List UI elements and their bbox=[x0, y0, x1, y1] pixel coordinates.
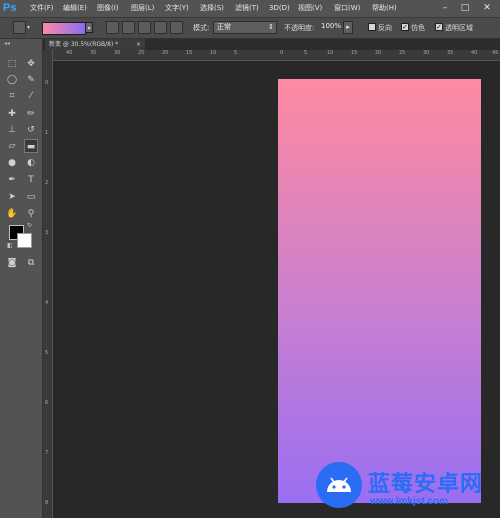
menu-help[interactable]: 帮助(H) bbox=[372, 0, 397, 17]
menu-edit[interactable]: 编辑(E) bbox=[63, 0, 87, 17]
android-logo-icon bbox=[316, 462, 362, 508]
diamond-gradient-icon[interactable] bbox=[170, 21, 183, 34]
type-tool-icon[interactable]: T bbox=[24, 173, 38, 187]
ruler-tick-label: 10 bbox=[327, 50, 334, 56]
photoshop-logo: Ps bbox=[3, 2, 17, 14]
ruler-tick-label: 1 bbox=[45, 130, 49, 136]
ruler-tick-label: 10 bbox=[210, 50, 217, 56]
transparency-label: 透明区域 bbox=[445, 24, 473, 32]
path-select-icon[interactable]: ➤ bbox=[5, 190, 19, 204]
brush-tool-icon[interactable]: ✏ bbox=[24, 107, 38, 121]
background-color-swatch[interactable] bbox=[17, 233, 32, 248]
ruler-tick-label: 15 bbox=[351, 50, 358, 56]
ruler-tick-label: 4 bbox=[45, 300, 49, 306]
ruler-tick-label: 25 bbox=[138, 50, 145, 56]
ruler-tick-label: 2 bbox=[45, 180, 49, 186]
close-icon[interactable]: ✕ bbox=[480, 2, 494, 14]
angle-gradient-icon[interactable] bbox=[138, 21, 151, 34]
radial-gradient-icon[interactable] bbox=[122, 21, 135, 34]
ruler-tick-label: 5 bbox=[45, 350, 49, 356]
dither-checkbox[interactable]: ✓ bbox=[401, 23, 409, 31]
watermark-title: 蓝莓安卓网 bbox=[368, 471, 484, 496]
document-tab[interactable]: 新变 @ 30.5%(RGB/8) * bbox=[45, 39, 145, 50]
chevron-down-icon[interactable]: ▾ bbox=[27, 24, 30, 31]
maximize-icon[interactable]: □ bbox=[458, 2, 472, 14]
screen-mode-icon[interactable]: ⧉ bbox=[24, 256, 38, 270]
menu-layer[interactable]: 图层(L) bbox=[131, 0, 154, 17]
swap-colors-icon[interactable]: ↻ bbox=[27, 222, 32, 229]
ruler-tick-label: 25 bbox=[399, 50, 406, 56]
marquee-tool-icon[interactable]: ⬚ bbox=[5, 57, 19, 71]
transparency-checkbox[interactable]: ✓ bbox=[435, 23, 443, 31]
menu-type[interactable]: 文字(Y) bbox=[165, 0, 189, 17]
document-canvas[interactable] bbox=[278, 79, 481, 503]
menu-image[interactable]: 图像(I) bbox=[97, 0, 119, 17]
lasso-tool-icon[interactable]: ◯ bbox=[5, 73, 19, 87]
ruler-tick-label: 20 bbox=[375, 50, 382, 56]
default-colors-icon[interactable]: ◧ bbox=[7, 242, 13, 249]
gradient-tool-icon[interactable]: ▬ bbox=[24, 139, 38, 153]
ruler-tick-label: 40 bbox=[66, 50, 73, 56]
clone-stamp-icon[interactable]: ⊥ bbox=[5, 123, 19, 137]
gradient-dropdown-icon[interactable]: ▾ bbox=[85, 22, 93, 33]
menu-3d[interactable]: 3D(D) bbox=[269, 0, 290, 17]
eraser-tool-icon[interactable]: ▱ bbox=[5, 139, 19, 153]
ruler-top: 40 35 30 25 20 15 10 5 0 5 10 15 20 25 3… bbox=[52, 50, 500, 61]
menu-filter[interactable]: 滤镜(T) bbox=[235, 0, 259, 17]
opacity-slider-icon[interactable]: ▸ bbox=[343, 21, 353, 34]
ruler-tick-label: 0 bbox=[280, 50, 284, 56]
ruler-tick-label: 45 bbox=[492, 50, 499, 56]
ruler-tick-label: 8 bbox=[45, 500, 49, 506]
zoom-tool-icon[interactable]: ⚲ bbox=[24, 207, 38, 221]
ruler-tick-label: 35 bbox=[447, 50, 454, 56]
mode-select[interactable]: 正常 ⇕ bbox=[213, 21, 277, 34]
move-tool-icon[interactable]: ✥ bbox=[24, 57, 38, 71]
reverse-checkbox[interactable] bbox=[368, 23, 376, 31]
opacity-input[interactable]: 100% bbox=[318, 21, 342, 34]
dither-label: 仿色 bbox=[411, 24, 425, 32]
quick-mask-icon[interactable]: ◙ bbox=[5, 256, 19, 270]
mode-label: 模式: bbox=[193, 24, 210, 32]
menu-file[interactable]: 文件(F) bbox=[30, 0, 54, 17]
shape-tool-icon[interactable]: ▭ bbox=[24, 190, 38, 204]
ruler-tick-label: 40 bbox=[471, 50, 478, 56]
minimize-icon[interactable]: – bbox=[438, 2, 452, 14]
reverse-label: 反向 bbox=[378, 24, 392, 32]
close-tab-icon[interactable]: × bbox=[136, 39, 141, 50]
ruler-tick-label: 5 bbox=[234, 50, 238, 56]
healing-brush-icon[interactable]: ✚ bbox=[5, 107, 19, 121]
android-icon bbox=[327, 477, 351, 492]
ruler-tick-label: 5 bbox=[304, 50, 308, 56]
ruler-tick-label: 7 bbox=[45, 450, 49, 456]
menu-window[interactable]: 窗口(W) bbox=[334, 0, 360, 17]
dodge-tool-icon[interactable]: ◐ bbox=[24, 156, 38, 170]
ruler-tick-label: 30 bbox=[423, 50, 430, 56]
ruler-tick-label: 6 bbox=[45, 400, 49, 406]
ruler-tick-label: 20 bbox=[162, 50, 169, 56]
quick-select-icon[interactable]: ✎ bbox=[24, 73, 38, 87]
hand-tool-icon[interactable]: ✋ bbox=[5, 207, 19, 221]
opacity-label: 不透明度: bbox=[284, 24, 315, 32]
menu-select[interactable]: 选择(S) bbox=[200, 0, 224, 17]
ruler-tick-label: 0 bbox=[45, 80, 49, 86]
collapse-icon[interactable]: ◂◂ bbox=[4, 40, 10, 47]
ruler-left: 0 1 2 3 4 5 6 7 8 bbox=[43, 50, 53, 518]
watermark-url: www.lmkjst.com bbox=[370, 496, 448, 507]
menu-view[interactable]: 视图(V) bbox=[298, 0, 322, 17]
linear-gradient-icon[interactable] bbox=[106, 21, 119, 34]
crop-tool-icon[interactable]: ⌗ bbox=[5, 89, 19, 103]
mode-value: 正常 bbox=[217, 23, 231, 31]
ruler-tick-label: 15 bbox=[186, 50, 193, 56]
blur-tool-icon[interactable]: ● bbox=[5, 156, 19, 170]
tool-preset-icon[interactable] bbox=[13, 21, 26, 34]
pen-tool-icon[interactable]: ✒ bbox=[5, 173, 19, 187]
ruler-tick-label: 35 bbox=[90, 50, 97, 56]
ruler-tick-label: 30 bbox=[114, 50, 121, 56]
gradient-picker[interactable] bbox=[42, 22, 86, 35]
reflected-gradient-icon[interactable] bbox=[154, 21, 167, 34]
chevron-down-icon: ⇕ bbox=[268, 23, 274, 31]
eyedropper-icon[interactable]: ⁄ bbox=[24, 89, 38, 103]
history-brush-icon[interactable]: ↺ bbox=[24, 123, 38, 137]
ruler-tick-label: 3 bbox=[45, 230, 49, 236]
